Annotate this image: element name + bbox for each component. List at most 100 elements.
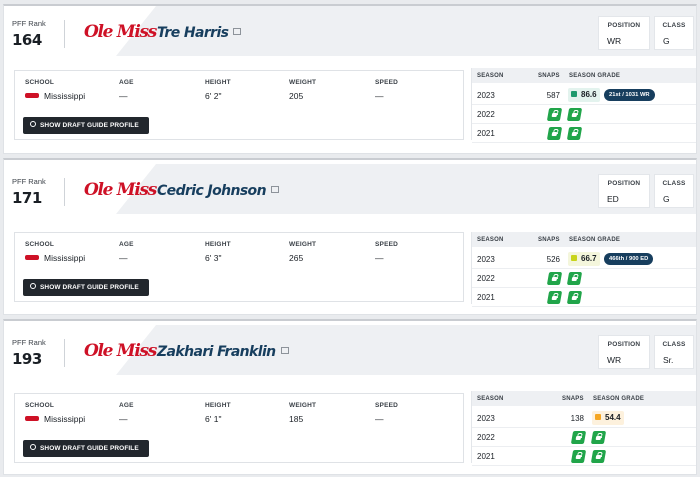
player-name[interactable]: Tre Harris — [157, 25, 229, 41]
school-logo-icon — [25, 255, 39, 261]
weight-value: 265 — [289, 253, 304, 263]
player-name-link[interactable]: Tre Harris — [157, 25, 242, 41]
flag-icon[interactable] — [233, 27, 242, 35]
search-icon — [30, 121, 36, 128]
season-year: 2021 — [477, 452, 495, 461]
player-card: PFF Rank 171 Ole Miss Cedric Johnson POS… — [3, 158, 697, 315]
lock-icon[interactable] — [566, 108, 583, 121]
team-logo: Ole Miss — [84, 22, 157, 42]
divider — [64, 339, 65, 367]
season-snaps: 587 — [546, 91, 560, 100]
lock-icon[interactable] — [546, 108, 563, 121]
player-name-link[interactable]: Cedric Johnson — [157, 183, 279, 199]
age-value: — — [119, 253, 128, 263]
season-row: 2021 — [472, 447, 696, 466]
position-label: POSITION — [607, 341, 641, 348]
class-label: CLASS — [662, 180, 686, 187]
lock-icon[interactable] — [546, 127, 563, 140]
season-year: 2023 — [477, 91, 495, 100]
lock-icon[interactable] — [570, 450, 587, 463]
rank-label: PFF Rank — [12, 19, 46, 28]
lock-icon[interactable] — [546, 272, 563, 285]
age-label: AGE — [119, 402, 134, 409]
season-row: 2022 — [472, 428, 696, 447]
position-value: ED — [607, 194, 619, 204]
age-value: — — [119, 91, 128, 101]
rank-label: PFF Rank — [12, 338, 46, 347]
lock-icon[interactable] — [570, 431, 587, 444]
school-label: SCHOOL — [25, 402, 55, 409]
season-year: 2023 — [477, 255, 495, 264]
height-label: HEIGHT — [205, 402, 231, 409]
season-row: 2021 — [472, 124, 696, 143]
position-rank-badge: 21st / 1031 WR — [604, 89, 655, 101]
team-logo: Ole Miss — [84, 341, 157, 361]
season-row: 2022 — [472, 269, 696, 288]
snaps-header: SNAPS — [538, 237, 560, 243]
height-label: HEIGHT — [205, 241, 231, 248]
position-tag: POSITION WR — [598, 16, 650, 50]
season-year: 2022 — [477, 274, 495, 283]
school-name: Mississippi — [44, 253, 86, 263]
speed-label: SPEED — [375, 79, 399, 86]
season-row: 2023 526 66.7 466th / 900 ED — [472, 250, 696, 269]
flag-icon[interactable] — [280, 346, 289, 354]
class-value: G — [663, 36, 670, 46]
position-rank-badge: 466th / 900 ED — [604, 253, 654, 265]
season-header: SEASON — [477, 73, 504, 79]
player-info-panel: SCHOOL Mississippi AGE — HEIGHT 6' 1" WE… — [14, 393, 464, 463]
position-label: POSITION — [607, 180, 641, 187]
season-year: 2022 — [477, 433, 495, 442]
team-logo: Ole Miss — [84, 180, 157, 200]
grades-header: SEASON SNAPS SEASON GRADE — [472, 232, 696, 247]
lock-icon[interactable] — [566, 127, 583, 140]
player-name-link[interactable]: Zakhari Franklin — [157, 344, 289, 360]
age-label: AGE — [119, 79, 134, 86]
class-value: G — [663, 194, 670, 204]
class-tag: CLASS G — [654, 174, 694, 208]
lock-icon[interactable] — [566, 291, 583, 304]
class-tag: CLASS G — [654, 16, 694, 50]
card-header: PFF Rank 171 Ole Miss Cedric Johnson POS… — [4, 164, 696, 214]
position-label: POSITION — [607, 22, 641, 29]
height-value: 6' 2" — [205, 91, 222, 101]
season-grade: 86.6 — [568, 88, 600, 102]
speed-value: — — [375, 414, 384, 424]
lock-icon[interactable] — [546, 291, 563, 304]
card-header: PFF Rank 193 Ole Miss Zakhari Franklin P… — [4, 325, 696, 375]
speed-label: SPEED — [375, 402, 399, 409]
player-card: PFF Rank 164 Ole Miss Tre Harris POSITIO… — [3, 4, 697, 154]
season-header: SEASON — [477, 237, 504, 243]
show-draft-guide-button[interactable]: SHOW DRAFT GUIDE PROFILE — [23, 117, 149, 134]
divider — [64, 20, 65, 48]
snaps-header: SNAPS — [562, 396, 584, 402]
lock-icon[interactable] — [590, 431, 607, 444]
speed-value: — — [375, 253, 384, 263]
flag-icon[interactable] — [270, 185, 279, 193]
season-grades-table: SEASON SNAPS SEASON GRADE 2023 587 86.6 … — [471, 68, 696, 143]
season-row: 2023 138 54.4 — [472, 409, 696, 428]
season-grade-header: SEASON GRADE — [593, 396, 645, 402]
school-label: SCHOOL — [25, 241, 55, 248]
school-value: Mississippi — [25, 414, 85, 424]
weight-value: 185 — [289, 414, 304, 424]
season-year: 2023 — [477, 414, 495, 423]
speed-value: — — [375, 91, 384, 101]
player-info-panel: SCHOOL Mississippi AGE — HEIGHT 6' 2" WE… — [14, 70, 464, 140]
school-value: Mississippi — [25, 91, 85, 101]
class-value: Sr. — [663, 355, 674, 365]
player-name[interactable]: Cedric Johnson — [157, 183, 267, 199]
lock-icon[interactable] — [590, 450, 607, 463]
height-value: 6' 1" — [205, 414, 222, 424]
position-value: WR — [607, 355, 622, 365]
position-value: WR — [607, 36, 622, 46]
season-row: 2021 — [472, 288, 696, 307]
button-label: SHOW DRAFT GUIDE PROFILE — [40, 122, 139, 129]
show-draft-guide-button[interactable]: SHOW DRAFT GUIDE PROFILE — [23, 279, 149, 296]
player-name[interactable]: Zakhari Franklin — [157, 344, 276, 360]
school-logo-icon — [25, 416, 39, 422]
lock-icon[interactable] — [566, 272, 583, 285]
season-grades-table: SEASON SNAPS SEASON GRADE 2023 526 66.7 … — [471, 232, 696, 307]
show-draft-guide-button[interactable]: SHOW DRAFT GUIDE PROFILE — [23, 440, 149, 457]
season-year: 2022 — [477, 110, 495, 119]
